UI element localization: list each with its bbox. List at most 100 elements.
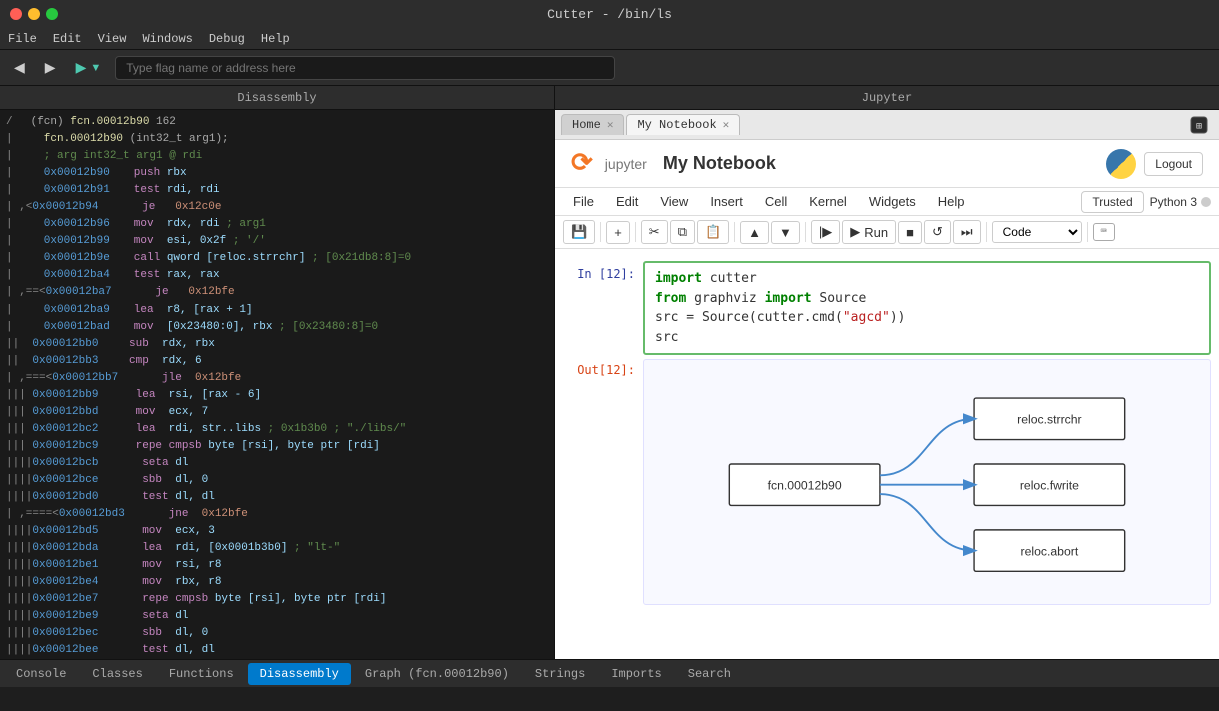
tab-graph[interactable]: Graph (fcn.00012b90) — [353, 663, 521, 685]
menu-file[interactable]: File — [8, 32, 37, 46]
titlebar: Cutter - /bin/ls — [0, 0, 1219, 28]
dis-line: ||| 0x00012bbd mov ecx, 7 — [0, 404, 554, 421]
menu-edit[interactable]: Edit — [53, 32, 82, 46]
logout-button[interactable]: Logout — [1144, 152, 1203, 176]
tab-functions[interactable]: Functions — [157, 663, 246, 685]
keyboard-shortcut-icon[interactable]: ⌨ — [1093, 223, 1115, 241]
restart-run-button[interactable]: ⏭ — [953, 220, 981, 244]
save-notebook-button[interactable]: 💾 — [563, 220, 595, 244]
jup-menu-view[interactable]: View — [650, 190, 698, 213]
dis-line: || 0x00012bb3 cmp rdx, 6 — [0, 353, 554, 370]
dis-line: ||||0x00012be7 repe cmpsb byte [rsi], by… — [0, 591, 554, 608]
node-abort-label: reloc.abort — [1021, 544, 1079, 558]
stop-kernel-button[interactable]: ■ — [898, 221, 922, 244]
toolbar-separator — [1087, 222, 1088, 242]
trusted-button[interactable]: Trusted — [1081, 191, 1143, 213]
tab-home[interactable]: Home ✕ — [561, 114, 624, 135]
dis-line: | ,====<0x00012bd3 jne 0x12bfe — [0, 506, 554, 523]
kernel-status-dot — [1201, 197, 1211, 207]
dis-line: | 0x00012ba4 test rax, rax — [0, 267, 554, 284]
jup-menu-file[interactable]: File — [563, 190, 604, 213]
run-cell-button[interactable]: ▶Run — [842, 220, 896, 244]
jupyter-cells-area[interactable]: In [12]: import cutter from graphviz imp… — [555, 249, 1219, 659]
code-line-4: src — [655, 328, 1199, 348]
tab-console[interactable]: Console — [4, 663, 78, 685]
tab-imports[interactable]: Imports — [599, 663, 673, 685]
dis-line: | 0x00012b96 mov rdx, rdi ; arg1 — [0, 216, 554, 233]
disassembly-header: Disassembly — [0, 86, 554, 110]
jupyter-menubar: File Edit View Insert Cell Kernel Widget… — [555, 188, 1219, 216]
back-button[interactable]: ◀ — [8, 57, 31, 78]
menu-debug[interactable]: Debug — [209, 32, 245, 46]
node-strrchr-label: reloc.strrchr — [1017, 413, 1082, 427]
dis-line: | ,==<0x00012ba7 je 0x12bfe — [0, 284, 554, 301]
dis-line: / (fcn) fcn.00012b90 162 — [0, 114, 554, 131]
tab-search[interactable]: Search — [676, 663, 743, 685]
run-button[interactable]: ▶ ▼ — [70, 57, 108, 78]
add-cell-button[interactable]: + — [606, 221, 630, 244]
toolbar-separator — [734, 222, 735, 242]
menubar: File Edit View Windows Debug Help — [0, 28, 1219, 50]
forward-button[interactable]: ▶ — [39, 57, 62, 78]
code-line-1: import cutter — [655, 269, 1199, 289]
jup-menu-edit[interactable]: Edit — [606, 190, 648, 213]
copy-cell-button[interactable]: ⧉ — [670, 220, 695, 244]
dis-line: | 0x00012ba9 lea r8, [rax + 1] — [0, 302, 554, 319]
main-toolbar: ◀ ▶ ▶ ▼ — [0, 50, 1219, 86]
main-panels: Disassembly / (fcn) fcn.00012b90 162 | f… — [0, 86, 1219, 659]
code-content: import cutter from graphviz import Sourc… — [645, 263, 1209, 353]
toolbar-separator — [986, 222, 987, 242]
cut-cell-button[interactable]: ✂ — [641, 220, 668, 244]
notebook-tab-label: My Notebook — [637, 118, 716, 132]
move-down-button[interactable]: ▼ — [771, 221, 800, 244]
maximize-button[interactable] — [46, 8, 58, 20]
restart-kernel-button[interactable]: ↺ — [924, 220, 951, 244]
dis-line: ||| 0x00012bb9 lea rsi, [rax - 6] — [0, 387, 554, 404]
jup-menu-kernel[interactable]: Kernel — [799, 190, 857, 213]
code-cell: In [12]: import cutter from graphviz imp… — [563, 259, 1211, 357]
jup-menu-insert[interactable]: Insert — [700, 190, 753, 213]
menu-help[interactable]: Help — [261, 32, 290, 46]
tab-classes[interactable]: Classes — [80, 663, 154, 685]
tab-disassembly[interactable]: Disassembly — [248, 663, 351, 685]
flag-search-input[interactable] — [115, 56, 615, 80]
window-title: Cutter - /bin/ls — [547, 7, 672, 22]
code-line-3: src = Source(cutter.cmd("agcd")) — [655, 308, 1199, 328]
call-graph-svg: fcn.00012b90 reloc.strrchr reloc.fwrite … — [654, 370, 1200, 590]
cell-out-label: Out[12]: — [563, 359, 643, 605]
home-tab-label: Home — [572, 118, 601, 132]
tab-strings[interactable]: Strings — [523, 663, 597, 685]
tab-notebook[interactable]: My Notebook ✕ — [626, 114, 740, 135]
notebook-title[interactable]: My Notebook — [663, 153, 776, 174]
dis-line: ||||0x00012be1 mov rsi, r8 — [0, 557, 554, 574]
menu-view[interactable]: View — [98, 32, 127, 46]
menu-windows[interactable]: Windows — [142, 32, 192, 46]
cell-code-area[interactable]: import cutter from graphviz import Sourc… — [643, 261, 1211, 355]
jup-menu-widgets[interactable]: Widgets — [859, 190, 926, 213]
dis-line: ||||0x00012bda lea rdi, [0x0001b3b0] ; "… — [0, 540, 554, 557]
dis-line: ||| 0x00012bc9 repe cmpsb byte [rsi], by… — [0, 438, 554, 455]
cell-type-select[interactable]: Code Markdown Raw — [992, 221, 1082, 243]
paste-cell-button[interactable]: 📋 — [697, 220, 729, 244]
dis-line: ||| 0x00012bc2 lea rdi, str..libs ; 0x1b… — [0, 421, 554, 438]
jupyter-brand-label: jupyter — [605, 156, 647, 172]
move-up-button[interactable]: ▲ — [740, 221, 769, 244]
python-icon — [1106, 149, 1136, 179]
close-button[interactable] — [10, 8, 22, 20]
home-tab-close[interactable]: ✕ — [607, 118, 614, 132]
dis-line: | 0x00012b9e call qword [reloc.strrchr] … — [0, 250, 554, 267]
dis-line: | 0x00012b90 push rbx — [0, 165, 554, 182]
dis-line: ||||0x00012bcb seta dl — [0, 455, 554, 472]
dis-line: ||||0x00012bd5 mov ecx, 3 — [0, 523, 554, 540]
edge-fcn-abort — [880, 494, 974, 550]
jupyter-container: Home ✕ My Notebook ✕ ⊞ ⟳ jupyter — [555, 110, 1219, 659]
jup-menu-help[interactable]: Help — [928, 190, 975, 213]
jup-menu-cell[interactable]: Cell — [755, 190, 797, 213]
minimize-button[interactable] — [28, 8, 40, 20]
node-fcn-label: fcn.00012b90 — [768, 478, 842, 492]
disassembly-content[interactable]: / (fcn) fcn.00012b90 162 | fcn.00012b90 … — [0, 110, 554, 659]
toolbar-separator — [600, 222, 601, 242]
run-step-button[interactable]: |▶ — [811, 220, 840, 244]
dis-line: | 0x00012bad mov [0x23480:0], rbx ; [0x2… — [0, 319, 554, 336]
notebook-tab-close[interactable]: ✕ — [723, 118, 730, 132]
